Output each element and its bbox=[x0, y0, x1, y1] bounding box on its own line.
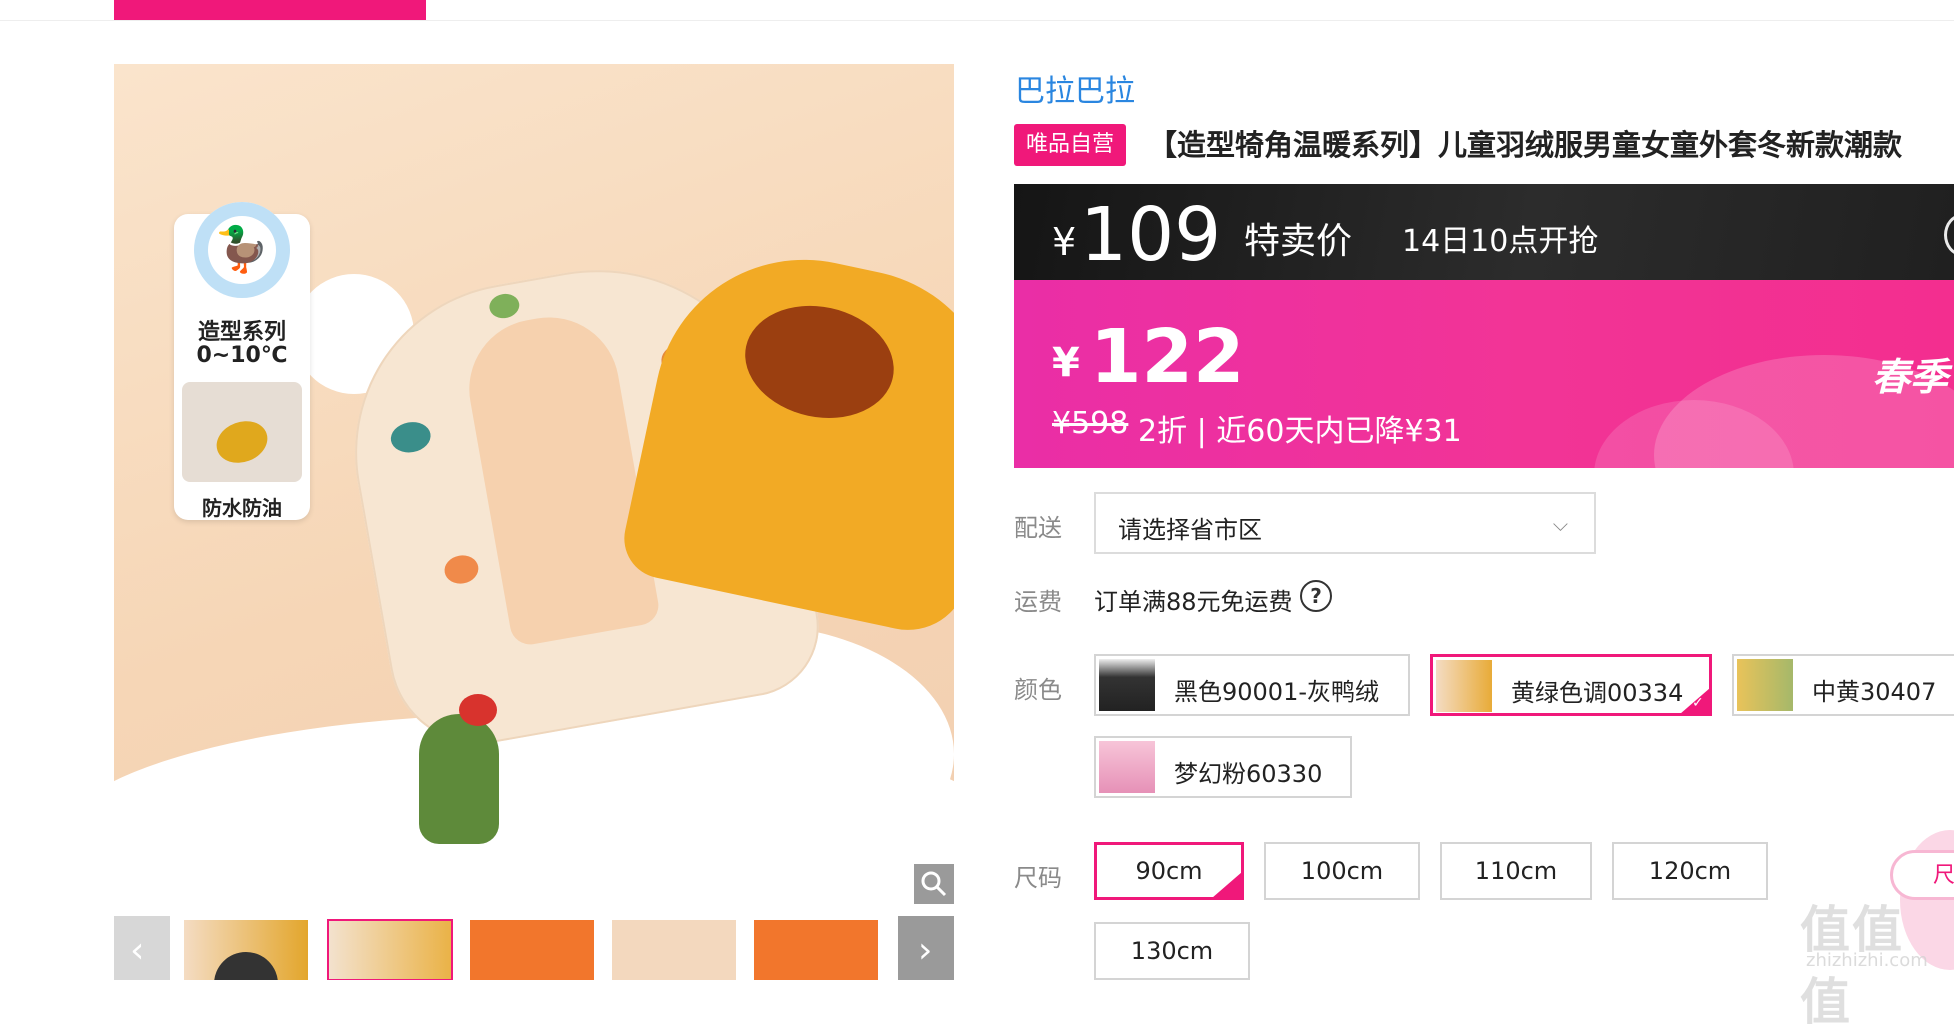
flash-sale-banner: ¥ 109 特卖价 14日10点开抢 bbox=[1014, 184, 1954, 280]
check-icon: ✓ bbox=[1680, 688, 1710, 714]
size-option[interactable]: 100cm bbox=[1264, 842, 1420, 900]
clock-icon bbox=[1944, 214, 1954, 256]
size-option-selected[interactable]: 90cm ✓ bbox=[1094, 842, 1244, 913]
current-price: 122 bbox=[1090, 314, 1245, 400]
color-swatch bbox=[1436, 660, 1492, 712]
color-option-label: 梦幻粉60330 bbox=[1174, 760, 1323, 788]
size-option-label: 100cm bbox=[1300, 857, 1384, 885]
size-option[interactable]: 130cm bbox=[1094, 922, 1250, 980]
color-option-label: 黄绿色调00334 bbox=[1511, 679, 1684, 707]
color-swatch bbox=[1099, 741, 1155, 793]
price-currency: ¥ bbox=[1052, 340, 1080, 386]
watermark-url: zhizhizhi.com bbox=[1806, 950, 1928, 971]
question-icon[interactable]: ? bbox=[1300, 580, 1332, 612]
check-icon: ✓ bbox=[1212, 872, 1242, 913]
product-title: 【造型犄角温暖系列】儿童羽绒服男童女童外套冬新款潮款 bbox=[1148, 128, 1903, 162]
chevron-right-icon: › bbox=[918, 930, 933, 971]
chevron-down-icon: ⌵ bbox=[1552, 512, 1568, 536]
color-option[interactable]: 黑色90001-灰鸭绒 bbox=[1094, 654, 1410, 716]
color-swatch bbox=[1737, 659, 1793, 711]
shipping-label: 运费 bbox=[1014, 588, 1062, 616]
nav-active-indicator bbox=[114, 0, 426, 20]
self-operated-badge: 唯品自营 bbox=[1014, 124, 1126, 166]
size-option-label: 120cm bbox=[1648, 857, 1732, 885]
color-option-selected[interactable]: 黄绿色调00334 ✓ bbox=[1430, 654, 1712, 716]
thumbnail-image[interactable] bbox=[470, 920, 594, 980]
color-option[interactable]: 中黄30407 bbox=[1732, 654, 1954, 716]
size-option-label: 90cm bbox=[1135, 857, 1203, 885]
size-option-label: 110cm bbox=[1474, 857, 1558, 885]
size-label: 尺码 bbox=[1014, 864, 1062, 892]
delivery-label: 配送 bbox=[1014, 514, 1062, 542]
badge-temperature-text: 0~10℃ bbox=[196, 343, 288, 368]
color-option-label: 黑色90001-灰鸭绒 bbox=[1174, 678, 1380, 706]
flash-sale-price: 109 bbox=[1080, 192, 1222, 278]
region-select[interactable]: 请选择省市区 ⌵ bbox=[1094, 492, 1596, 554]
color-label: 颜色 bbox=[1014, 676, 1062, 704]
main-product-image[interactable]: 🦆 造型系列 0~10℃ 防水防油 bbox=[114, 64, 954, 904]
play-icon bbox=[214, 952, 278, 980]
thumbnail-strip: ‹ › bbox=[114, 916, 954, 980]
badge-series-text: 造型系列 bbox=[197, 320, 286, 345]
discount-detail: 2折 | 近60天内已降¥31 bbox=[1138, 414, 1462, 449]
top-nav-bar bbox=[0, 0, 1954, 21]
price-panel: ¥ 122 ¥598 2折 | 近60天内已降¥31 春季 bbox=[1014, 280, 1954, 468]
size-guide-label: 尺 bbox=[1933, 863, 1954, 888]
duck-mascot-icon: 🦆 bbox=[194, 202, 290, 298]
thumbnail-next-button[interactable]: › bbox=[898, 916, 954, 980]
flash-sale-time: 14日10点开抢 bbox=[1402, 224, 1599, 259]
color-option-label: 中黄30407 bbox=[1812, 678, 1937, 706]
brand-link[interactable]: 巴拉巴拉 bbox=[1015, 66, 1135, 110]
thumbnail-image[interactable] bbox=[754, 920, 878, 980]
size-option[interactable]: 110cm bbox=[1440, 842, 1592, 900]
color-option[interactable]: 梦幻粉60330 bbox=[1094, 736, 1352, 798]
color-swatch bbox=[1099, 659, 1155, 711]
spring-promo-text: 春季 bbox=[1872, 355, 1949, 399]
thumbnail-prev-button[interactable]: ‹ bbox=[114, 916, 170, 980]
shipping-text: 订单满88元免运费 bbox=[1094, 588, 1293, 616]
thumbnail-image[interactable] bbox=[327, 919, 453, 980]
flash-sale-label: 特卖价 bbox=[1244, 221, 1353, 262]
magnifier-icon[interactable] bbox=[914, 864, 954, 904]
size-option-label: 130cm bbox=[1130, 937, 1214, 965]
size-option[interactable]: 120cm bbox=[1612, 842, 1768, 900]
thumbnail-image[interactable] bbox=[612, 920, 736, 980]
feature-badge: 🦆 造型系列 0~10℃ 防水防油 bbox=[174, 202, 310, 520]
badge-waterproof-text: 防水防油 bbox=[202, 496, 282, 520]
dinosaur-toy bbox=[359, 669, 569, 874]
flash-currency: ¥ bbox=[1052, 220, 1077, 264]
original-price: ¥598 bbox=[1052, 406, 1129, 441]
chevron-left-icon: ‹ bbox=[130, 930, 145, 971]
region-select-value: 请选择省市区 bbox=[1118, 516, 1262, 544]
thumbnail-video[interactable] bbox=[184, 920, 308, 980]
badge-feature-image bbox=[182, 382, 302, 482]
